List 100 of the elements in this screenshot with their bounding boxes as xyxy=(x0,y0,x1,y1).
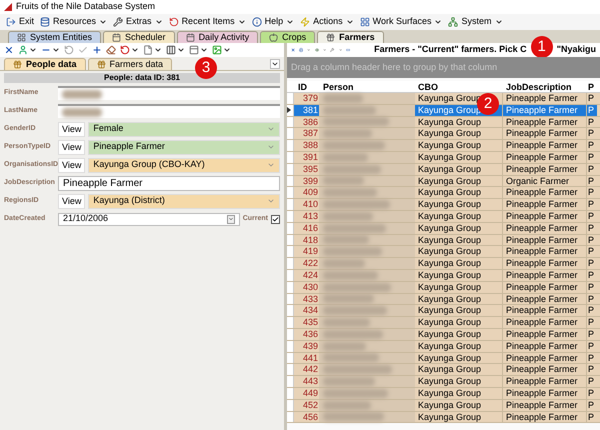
table-cell: Kayunga Group xyxy=(415,270,503,281)
checkbox[interactable] xyxy=(271,214,280,224)
table-row[interactable]: 434 Kayunga Group Pineapple Farmer P xyxy=(287,305,600,318)
view-button[interactable]: View xyxy=(58,140,86,154)
tab[interactable]: Farmers xyxy=(317,31,384,43)
toolbar-icon[interactable] xyxy=(4,45,14,55)
tab[interactable]: Scheduler xyxy=(103,31,175,43)
tab[interactable]: Daily Activity xyxy=(176,31,258,43)
date-field[interactable]: 21/10/2006 xyxy=(58,212,240,226)
blurred-text xyxy=(323,259,365,268)
tab[interactable]: Farmers data xyxy=(88,58,172,70)
table-row[interactable]: 441 Kayunga Group Pineapple Farmer P xyxy=(287,352,600,364)
caret-icon[interactable] xyxy=(494,18,502,26)
menu-item[interactable]: System xyxy=(461,15,492,29)
table-cell-text: 419 xyxy=(302,246,319,258)
table-row[interactable]: 413 Kayunga Group Pineapple Farmer P xyxy=(287,210,600,223)
column-header[interactable]: CBO xyxy=(415,81,503,92)
view-button[interactable]: View xyxy=(58,194,86,208)
caret-icon[interactable] xyxy=(200,46,208,54)
text-field[interactable]: Pineapple Farmer xyxy=(58,176,280,190)
grid-title: Farmers - "Current" farmers. Pick C xyxy=(374,43,527,56)
column-header[interactable]: P xyxy=(587,81,597,92)
combo-field[interactable]: Pineapple Farmer xyxy=(88,140,280,154)
menu-item[interactable]: Exit xyxy=(19,15,34,29)
table-row[interactable]: 449 Kayunga Group Pineapple Farmer P xyxy=(287,388,600,400)
table-row[interactable]: 456 Kayunga Group Pineapple Farmer P xyxy=(287,412,600,424)
toolbar-icon[interactable] xyxy=(166,45,176,55)
dropdown-button[interactable] xyxy=(270,59,280,69)
info-icon xyxy=(252,17,262,27)
tab[interactable]: People data xyxy=(4,58,86,70)
menu-item[interactable]: Resources xyxy=(53,15,96,29)
toolbar-icon[interactable] xyxy=(189,45,199,55)
combo-field[interactable]: Female xyxy=(88,122,280,136)
menu-item[interactable]: Help xyxy=(264,15,284,29)
caret-icon[interactable] xyxy=(434,18,442,26)
table-row[interactable]: 399 Kayunga Group Organic Farmer P xyxy=(287,176,600,188)
table-cell-text: 436 xyxy=(302,328,319,340)
table-row[interactable]: 418 Kayunga Group Pineapple Farmer P xyxy=(287,234,600,246)
combo-field[interactable]: Kayunga Group (CBO-KAY) xyxy=(88,158,280,172)
dropdown-button[interactable] xyxy=(226,214,235,224)
table-row[interactable]: 433 Kayunga Group Pineapple Farmer P xyxy=(287,294,600,306)
table-row[interactable]: 388 Kayunga Group Pineapple Farmer P xyxy=(287,140,600,152)
table-cell: Pineapple Farmer xyxy=(503,282,587,293)
table-cell: Kayunga Group xyxy=(415,210,503,222)
caret-icon[interactable] xyxy=(286,18,294,26)
table-cell-text: 434 xyxy=(302,305,319,316)
caret-icon[interactable] xyxy=(29,46,37,54)
caret-icon xyxy=(267,161,275,169)
table-row[interactable]: 442 Kayunga Group Pineapple Farmer P xyxy=(287,364,600,376)
table-row[interactable]: 430 Kayunga Group Pineapple Farmer P xyxy=(287,282,600,294)
column-header[interactable]: JobDescription xyxy=(503,81,587,92)
table-row[interactable]: 419 Kayunga Group Pineapple Farmer P xyxy=(287,246,600,258)
printer-icon[interactable] xyxy=(299,45,304,55)
caret-icon[interactable] xyxy=(177,46,185,54)
tab[interactable]: System Entities xyxy=(8,31,102,43)
table-row[interactable]: 443 Kayunga Group Pineapple Farmer P xyxy=(287,376,600,388)
table-cell-text: P xyxy=(587,140,596,151)
table-row[interactable]: 424 Kayunga Group Pineapple Farmer P xyxy=(287,270,600,282)
caret-icon[interactable] xyxy=(131,46,139,54)
menu-item[interactable]: Actions xyxy=(313,15,343,29)
table-row[interactable]: 439 Kayunga Group Pineapple Farmer P xyxy=(287,340,600,353)
table-row[interactable]: 386 Kayunga Group Pineapple Farmer P xyxy=(287,116,600,128)
caret-icon[interactable] xyxy=(223,46,231,54)
table-row[interactable]: 416 Kayunga Group Pineapple Farmer P xyxy=(287,222,600,235)
caret-icon[interactable] xyxy=(52,46,60,54)
table-row[interactable]: 391 Kayunga Group Pineapple Farmer P xyxy=(287,152,600,164)
caret-icon[interactable] xyxy=(154,46,162,54)
text-field[interactable] xyxy=(58,86,280,100)
combo-field[interactable]: Kayunga (District) xyxy=(88,194,280,208)
text-field[interactable] xyxy=(58,104,280,118)
table-row[interactable]: 422 Kayunga Group Pineapple Farmer P xyxy=(287,258,600,270)
table-row[interactable]: 395 Kayunga Group Pineapple Farmer P xyxy=(287,164,600,176)
table-cell: Kayunga Group xyxy=(415,199,503,210)
table-row[interactable]: 436 Kayunga Group Pineapple Farmer P xyxy=(287,328,600,341)
caret-icon[interactable] xyxy=(238,18,246,26)
tab[interactable]: Crops xyxy=(260,31,316,43)
toolbar-icon[interactable] xyxy=(106,45,116,55)
table-cell-text: P xyxy=(587,187,596,198)
caret-icon[interactable] xyxy=(99,18,108,26)
toolbar-icon[interactable] xyxy=(120,45,130,55)
table-row[interactable]: 387 Kayunga Group Pineapple Farmer P xyxy=(287,128,600,140)
blurred-text xyxy=(323,412,384,422)
table-cell: Pineapple Farmer xyxy=(503,352,587,364)
table-cell-text: P xyxy=(587,388,596,399)
table-row[interactable]: 410 Kayunga Group Pineapple Farmer P xyxy=(287,199,600,211)
caret-icon[interactable] xyxy=(154,18,163,26)
menu-item[interactable]: Work Surfaces xyxy=(372,15,432,29)
view-button[interactable]: View xyxy=(58,158,86,172)
table-row[interactable]: 435 Kayunga Group Pineapple Farmer P xyxy=(287,317,600,329)
column-header[interactable]: ID xyxy=(294,81,319,92)
toolbar-icon[interactable] xyxy=(92,45,102,55)
menu-item[interactable]: Recent Items xyxy=(182,15,235,29)
menu-item[interactable]: Extras xyxy=(126,15,152,29)
column-header[interactable]: Person xyxy=(319,81,415,92)
table-row[interactable]: 409 Kayunga Group Pineapple Farmer P xyxy=(287,187,600,200)
caret-icon[interactable] xyxy=(346,18,354,26)
view-button[interactable]: View xyxy=(58,122,86,136)
table-cell-text: 386 xyxy=(302,116,319,128)
wrench-icon[interactable] xyxy=(330,45,335,55)
table-row[interactable]: 452 Kayunga Group Pineapple Farmer P xyxy=(287,400,600,412)
